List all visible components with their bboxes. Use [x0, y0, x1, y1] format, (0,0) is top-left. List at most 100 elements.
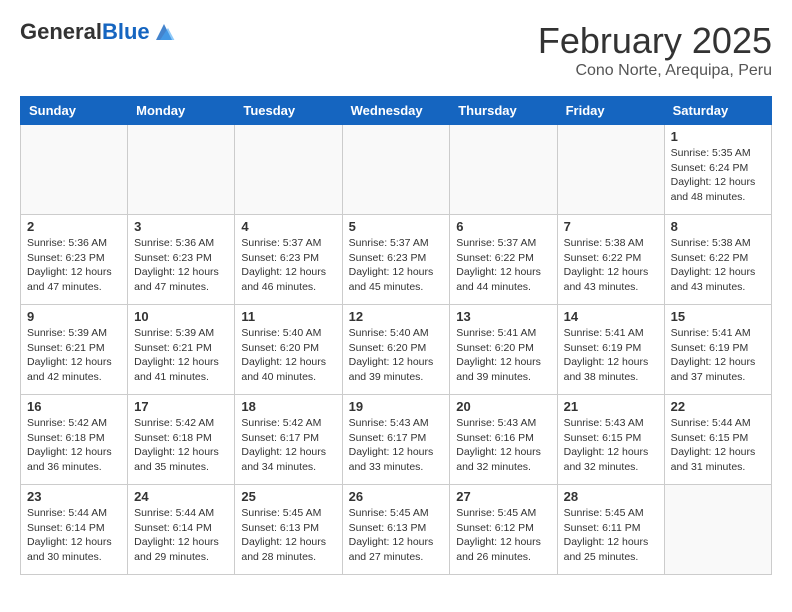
calendar-cell: 6Sunrise: 5:37 AM Sunset: 6:22 PM Daylig… [450, 215, 557, 305]
calendar-cell: 16 Sunrise: 5:42 AM Sunset: 6:18 PM Dayli… [21, 395, 128, 485]
day-info: Sunrise: 5:45 AM Sunset: 6:13 PM Dayligh… [349, 506, 444, 565]
day-number: 20 [456, 399, 550, 414]
day-info: Sunrise: 5:36 AM Sunset: 6:23 PM Dayligh… [134, 236, 228, 295]
calendar-cell: 15 Sunrise: 5:41 AM Sunset: 6:19 PM Dayli… [664, 305, 771, 395]
day-info: Sunrise: 5:41 AM Sunset: 6:19 PM Dayligh… [671, 326, 765, 385]
day-number: 26 [349, 489, 444, 504]
day-number: 21 [564, 399, 658, 414]
weekday-header: Sunday [21, 97, 128, 125]
day-number: 8 [671, 219, 765, 234]
calendar-cell: 7 Sunrise: 5:38 AM Sunset: 6:22 PM Daylig… [557, 215, 664, 305]
calendar-week-row: 1 Sunrise: 5:35 AM Sunset: 6:24 PM Daylig… [21, 125, 772, 215]
logo-blue: Blue [102, 19, 150, 44]
day-number: 11 [241, 309, 335, 324]
calendar-week-row: 2 Sunrise: 5:36 AM Sunset: 6:23 PM Daylig… [21, 215, 772, 305]
calendar-cell: 20 Sunrise: 5:43 AM Sunset: 6:16 PM Dayli… [450, 395, 557, 485]
day-info: Sunrise: 5:35 AM Sunset: 6:24 PM Dayligh… [671, 146, 765, 205]
calendar-cell: 10 Sunrise: 5:39 AM Sunset: 6:21 PM Dayli… [128, 305, 235, 395]
day-info: Sunrise: 5:37 AM Sunset: 6:22 PM Dayligh… [456, 236, 550, 295]
day-number: 13 [456, 309, 550, 324]
weekday-header: Thursday [450, 97, 557, 125]
day-number: 15 [671, 309, 765, 324]
day-number: 12 [349, 309, 444, 324]
day-number: 17 [134, 399, 228, 414]
day-number: 4 [241, 219, 335, 234]
day-info: Sunrise: 5:44 AM Sunset: 6:15 PM Dayligh… [671, 416, 765, 475]
weekday-header: Saturday [664, 97, 771, 125]
calendar-cell: 9 Sunrise: 5:39 AM Sunset: 6:21 PM Daylig… [21, 305, 128, 395]
day-number: 28 [564, 489, 658, 504]
calendar-cell: 12Sunrise: 5:40 AM Sunset: 6:20 PM Dayli… [342, 305, 450, 395]
calendar-week-row: 9 Sunrise: 5:39 AM Sunset: 6:21 PM Daylig… [21, 305, 772, 395]
weekday-header-row: SundayMondayTuesdayWednesdayThursdayFrid… [21, 97, 772, 125]
day-info: Sunrise: 5:42 AM Sunset: 6:17 PM Dayligh… [241, 416, 335, 475]
calendar-cell: 21 Sunrise: 5:43 AM Sunset: 6:15 PM Dayli… [557, 395, 664, 485]
calendar-cell [664, 485, 771, 575]
day-info: Sunrise: 5:40 AM Sunset: 6:20 PM Dayligh… [241, 326, 335, 385]
calendar-cell [342, 125, 450, 215]
day-info: Sunrise: 5:37 AM Sunset: 6:23 PM Dayligh… [241, 236, 335, 295]
month-title: February 2025 [538, 20, 772, 62]
weekday-header: Friday [557, 97, 664, 125]
day-info: Sunrise: 5:42 AM Sunset: 6:18 PM Dayligh… [134, 416, 228, 475]
calendar-cell [235, 125, 342, 215]
weekday-header: Wednesday [342, 97, 450, 125]
day-number: 10 [134, 309, 228, 324]
day-info: Sunrise: 5:45 AM Sunset: 6:12 PM Dayligh… [456, 506, 550, 565]
day-info: Sunrise: 5:42 AM Sunset: 6:18 PM Dayligh… [27, 416, 121, 475]
calendar-cell: 2 Sunrise: 5:36 AM Sunset: 6:23 PM Daylig… [21, 215, 128, 305]
day-number: 5 [349, 219, 444, 234]
calendar-cell [557, 125, 664, 215]
logo: GeneralBlue [20, 20, 176, 44]
calendar-table: SundayMondayTuesdayWednesdayThursdayFrid… [20, 96, 772, 575]
location-subtitle: Cono Norte, Arequipa, Peru [538, 62, 772, 80]
day-number: 16 [27, 399, 121, 414]
day-info: Sunrise: 5:44 AM Sunset: 6:14 PM Dayligh… [134, 506, 228, 565]
day-number: 1 [671, 129, 765, 144]
calendar-cell: 5Sunrise: 5:37 AM Sunset: 6:23 PM Daylig… [342, 215, 450, 305]
calendar-cell: 1 Sunrise: 5:35 AM Sunset: 6:24 PM Daylig… [664, 125, 771, 215]
calendar-cell: 23 Sunrise: 5:44 AM Sunset: 6:14 PM Dayli… [21, 485, 128, 575]
day-number: 19 [349, 399, 444, 414]
day-number: 7 [564, 219, 658, 234]
day-number: 23 [27, 489, 121, 504]
day-info: Sunrise: 5:43 AM Sunset: 6:17 PM Dayligh… [349, 416, 444, 475]
day-number: 27 [456, 489, 550, 504]
day-number: 22 [671, 399, 765, 414]
day-info: Sunrise: 5:39 AM Sunset: 6:21 PM Dayligh… [27, 326, 121, 385]
day-info: Sunrise: 5:36 AM Sunset: 6:23 PM Dayligh… [27, 236, 121, 295]
day-info: Sunrise: 5:44 AM Sunset: 6:14 PM Dayligh… [27, 506, 121, 565]
day-number: 2 [27, 219, 121, 234]
day-info: Sunrise: 5:38 AM Sunset: 6:22 PM Dayligh… [671, 236, 765, 295]
day-info: Sunrise: 5:41 AM Sunset: 6:19 PM Dayligh… [564, 326, 658, 385]
day-number: 25 [241, 489, 335, 504]
calendar-cell: 24Sunrise: 5:44 AM Sunset: 6:14 PM Dayli… [128, 485, 235, 575]
calendar-cell: 26 Sunrise: 5:45 AM Sunset: 6:13 PM Dayli… [342, 485, 450, 575]
day-info: Sunrise: 5:43 AM Sunset: 6:16 PM Dayligh… [456, 416, 550, 475]
day-number: 14 [564, 309, 658, 324]
calendar-week-row: 16 Sunrise: 5:42 AM Sunset: 6:18 PM Dayli… [21, 395, 772, 485]
logo-icon [152, 20, 176, 44]
day-info: Sunrise: 5:39 AM Sunset: 6:21 PM Dayligh… [134, 326, 228, 385]
calendar-cell: 25 Sunrise: 5:45 AM Sunset: 6:13 PM Dayli… [235, 485, 342, 575]
calendar-cell: 22 Sunrise: 5:44 AM Sunset: 6:15 PM Dayli… [664, 395, 771, 485]
calendar-cell: 4 Sunrise: 5:37 AM Sunset: 6:23 PM Daylig… [235, 215, 342, 305]
calendar-cell: 28 Sunrise: 5:45 AM Sunset: 6:11 PM Dayli… [557, 485, 664, 575]
calendar-cell: 27 Sunrise: 5:45 AM Sunset: 6:12 PM Dayli… [450, 485, 557, 575]
day-number: 18 [241, 399, 335, 414]
calendar-cell: 14 Sunrise: 5:41 AM Sunset: 6:19 PM Dayli… [557, 305, 664, 395]
calendar-cell: 8 Sunrise: 5:38 AM Sunset: 6:22 PM Daylig… [664, 215, 771, 305]
day-info: Sunrise: 5:38 AM Sunset: 6:22 PM Dayligh… [564, 236, 658, 295]
day-info: Sunrise: 5:43 AM Sunset: 6:15 PM Dayligh… [564, 416, 658, 475]
day-info: Sunrise: 5:45 AM Sunset: 6:11 PM Dayligh… [564, 506, 658, 565]
calendar-week-row: 23 Sunrise: 5:44 AM Sunset: 6:14 PM Dayli… [21, 485, 772, 575]
calendar-cell [21, 125, 128, 215]
calendar-cell: 18 Sunrise: 5:42 AM Sunset: 6:17 PM Dayli… [235, 395, 342, 485]
calendar-cell: 11 Sunrise: 5:40 AM Sunset: 6:20 PM Dayli… [235, 305, 342, 395]
day-info: Sunrise: 5:45 AM Sunset: 6:13 PM Dayligh… [241, 506, 335, 565]
calendar-cell [128, 125, 235, 215]
weekday-header: Tuesday [235, 97, 342, 125]
day-number: 9 [27, 309, 121, 324]
page-header: GeneralBlue February 2025 Cono Norte, Ar… [20, 20, 772, 80]
calendar-cell: 13Sunrise: 5:41 AM Sunset: 6:20 PM Dayli… [450, 305, 557, 395]
